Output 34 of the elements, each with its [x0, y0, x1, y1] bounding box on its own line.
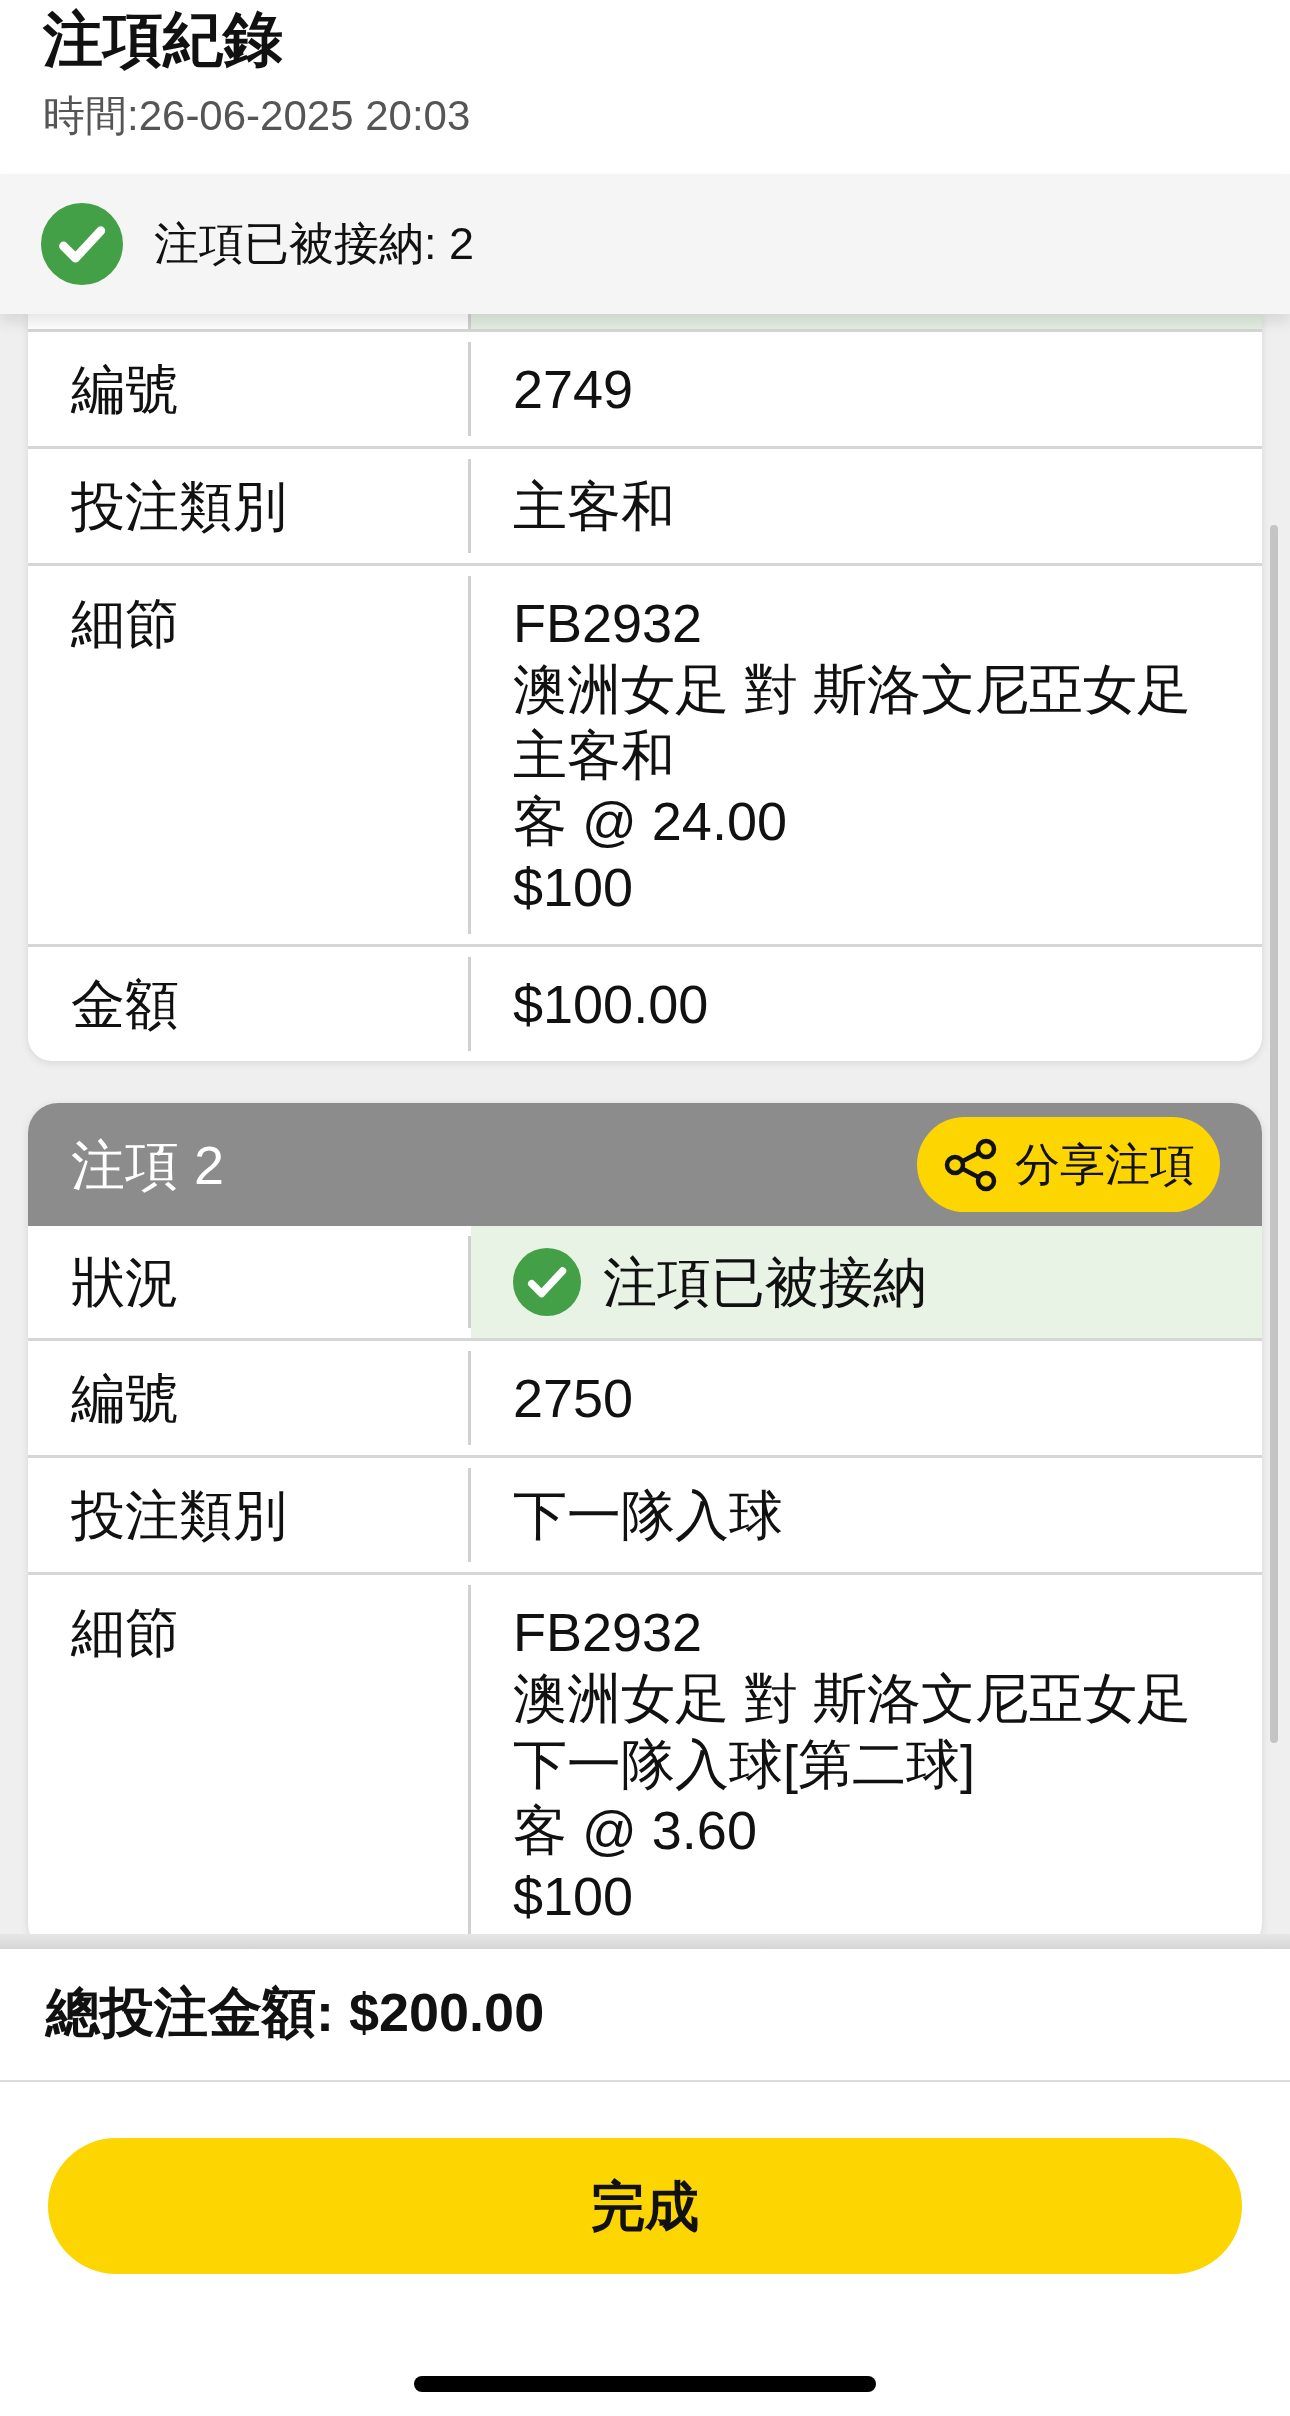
total-amount: 總投注金額: $200.00: [46, 1981, 546, 2044]
detail-line: 客 @ 3.60: [513, 1799, 758, 1862]
done-button[interactable]: 完成: [48, 2138, 1242, 2274]
status-text: 注項已被接納: [603, 1251, 927, 1314]
detail-line: $100: [513, 1865, 635, 1928]
row-label: 編號: [71, 358, 180, 421]
timestamp: 時間:26-06-2025 20:03: [43, 91, 472, 141]
row-value: 2750: [513, 1367, 635, 1430]
page-title: 注項紀錄: [43, 8, 284, 72]
check-circle-icon: [41, 203, 123, 285]
detail-line: $100: [513, 856, 635, 919]
row-value: 2749: [513, 358, 635, 421]
detail-line: 澳洲女足 對 斯洛文尼亞女足: [513, 658, 1192, 721]
row-label: 狀況: [71, 1251, 180, 1314]
row-value: $100.00: [513, 973, 710, 1036]
banner-text: 注項已被接納: 2: [154, 217, 475, 271]
row-label: 投注類別: [71, 1484, 288, 1547]
detail-line: FB2932: [513, 592, 704, 655]
share-button[interactable]: 分享注項: [917, 1117, 1220, 1212]
detail-line: 下一隊入球[第二球]: [513, 1733, 976, 1796]
detail-line: 主客和: [513, 724, 676, 787]
card-title: 注項 2: [71, 1133, 225, 1197]
row-label: 細節: [71, 592, 180, 655]
share-icon: [943, 1136, 999, 1193]
row-value: 主客和: [513, 475, 676, 538]
detail-line: 澳洲女足 對 斯洛文尼亞女足: [513, 1667, 1192, 1730]
detail-line: FB2932: [513, 1601, 704, 1664]
check-circle-icon: [513, 1248, 581, 1316]
row-value: 下一隊入球: [513, 1484, 784, 1547]
row-label: 金額: [71, 973, 180, 1036]
row-label: 細節: [71, 1601, 180, 1664]
row-label: 投注類別: [71, 475, 288, 538]
detail-line: 客 @ 24.00: [513, 790, 788, 853]
row-label: 編號: [71, 1367, 180, 1430]
